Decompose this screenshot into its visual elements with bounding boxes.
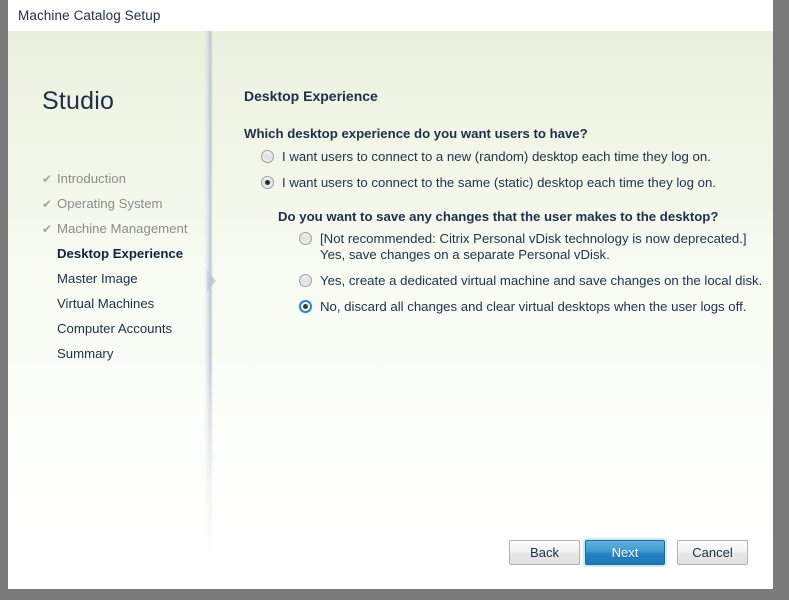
- wizard-body: Studio ✔ Introduction ✔ Operating System ✔…: [8, 31, 773, 589]
- window-inner: Machine Catalog Setup Studio ✔ Introducti…: [8, 0, 773, 589]
- sidebar-item-computer-accounts[interactable]: Computer Accounts: [42, 316, 212, 341]
- check-icon: ✔: [42, 222, 53, 236]
- cancel-button[interactable]: Cancel: [677, 540, 748, 565]
- radio-random-desktop[interactable]: I want users to connect to a new (random…: [261, 149, 773, 165]
- radio-icon: [299, 232, 312, 245]
- sidebar-item-label: Computer Accounts: [57, 321, 173, 336]
- radio-static-desktop[interactable]: I want users to connect to the same (sta…: [261, 175, 773, 191]
- footer-bar: Back Next Cancel: [8, 529, 773, 589]
- sidebar-item-master-image[interactable]: Master Image: [42, 266, 212, 291]
- radio-label: [Not recommended: Citrix Personal vDisk …: [320, 231, 773, 263]
- sidebar-item-label: Virtual Machines: [57, 296, 155, 311]
- title-bar: Machine Catalog Setup: [8, 0, 773, 31]
- page-title: Desktop Experience: [244, 88, 378, 104]
- radio-group-save-changes: [Not recommended: Citrix Personal vDisk …: [299, 231, 773, 325]
- sidebar-item-label: Master Image: [57, 271, 138, 286]
- check-icon: ✔: [42, 172, 53, 186]
- sidebar-item-machine-management[interactable]: ✔ Machine Management: [42, 216, 212, 241]
- sidebar-item-desktop-experience[interactable]: Desktop Experience: [42, 241, 212, 266]
- question-save-changes: Do you want to save any changes that the…: [278, 209, 719, 224]
- radio-personal-vdisk[interactable]: [Not recommended: Citrix Personal vDisk …: [299, 231, 773, 263]
- sidebar: Studio ✔ Introduction ✔ Operating System ✔…: [8, 31, 216, 589]
- window-title: Machine Catalog Setup: [18, 8, 161, 23]
- sidebar-item-label: Introduction: [57, 171, 126, 186]
- sidebar-item-introduction[interactable]: ✔ Introduction: [42, 166, 212, 191]
- next-button[interactable]: Next: [585, 540, 665, 565]
- radio-label: I want users to connect to the same (sta…: [282, 175, 716, 190]
- sidebar-item-label: Desktop Experience: [57, 246, 184, 261]
- sidebar-item-label: Summary: [57, 346, 114, 361]
- studio-brand: Studio: [42, 87, 115, 115]
- radio-icon: [261, 150, 274, 163]
- check-icon: ✔: [42, 197, 53, 211]
- radio-label-line1: [Not recommended: Citrix Personal vDisk …: [320, 231, 747, 246]
- radio-dedicated-vm[interactable]: Yes, create a dedicated virtual machine …: [299, 273, 773, 289]
- sidebar-item-virtual-machines[interactable]: Virtual Machines: [42, 291, 212, 316]
- radio-icon: [299, 274, 312, 287]
- radio-label-line2: Yes, save changes on a separate Personal…: [320, 247, 610, 262]
- step-list: ✔ Introduction ✔ Operating System ✔ Machine…: [42, 166, 216, 366]
- question-desktop-experience: Which desktop experience do you want use…: [244, 126, 588, 141]
- sidebar-item-label: Machine Management: [57, 221, 188, 236]
- radio-label: No, discard all changes and clear virtua…: [320, 299, 747, 314]
- sidebar-divider: [204, 31, 213, 589]
- sidebar-item-summary[interactable]: Summary: [42, 341, 212, 366]
- radio-icon: [261, 176, 274, 189]
- radio-label: Yes, create a dedicated virtual machine …: [320, 273, 763, 288]
- radio-group-desktop-experience: I want users to connect to a new (random…: [261, 149, 773, 201]
- wizard-window: Machine Catalog Setup Studio ✔ Introducti…: [0, 0, 789, 600]
- sidebar-item-operating-system[interactable]: ✔ Operating System: [42, 191, 212, 216]
- sidebar-item-label: Operating System: [57, 196, 163, 211]
- radio-icon: [299, 300, 312, 313]
- radio-discard-changes[interactable]: No, discard all changes and clear virtua…: [299, 299, 773, 315]
- main-pane: Desktop Experience Which desktop experie…: [213, 31, 773, 589]
- radio-label: I want users to connect to a new (random…: [282, 149, 711, 164]
- back-button[interactable]: Back: [509, 540, 580, 565]
